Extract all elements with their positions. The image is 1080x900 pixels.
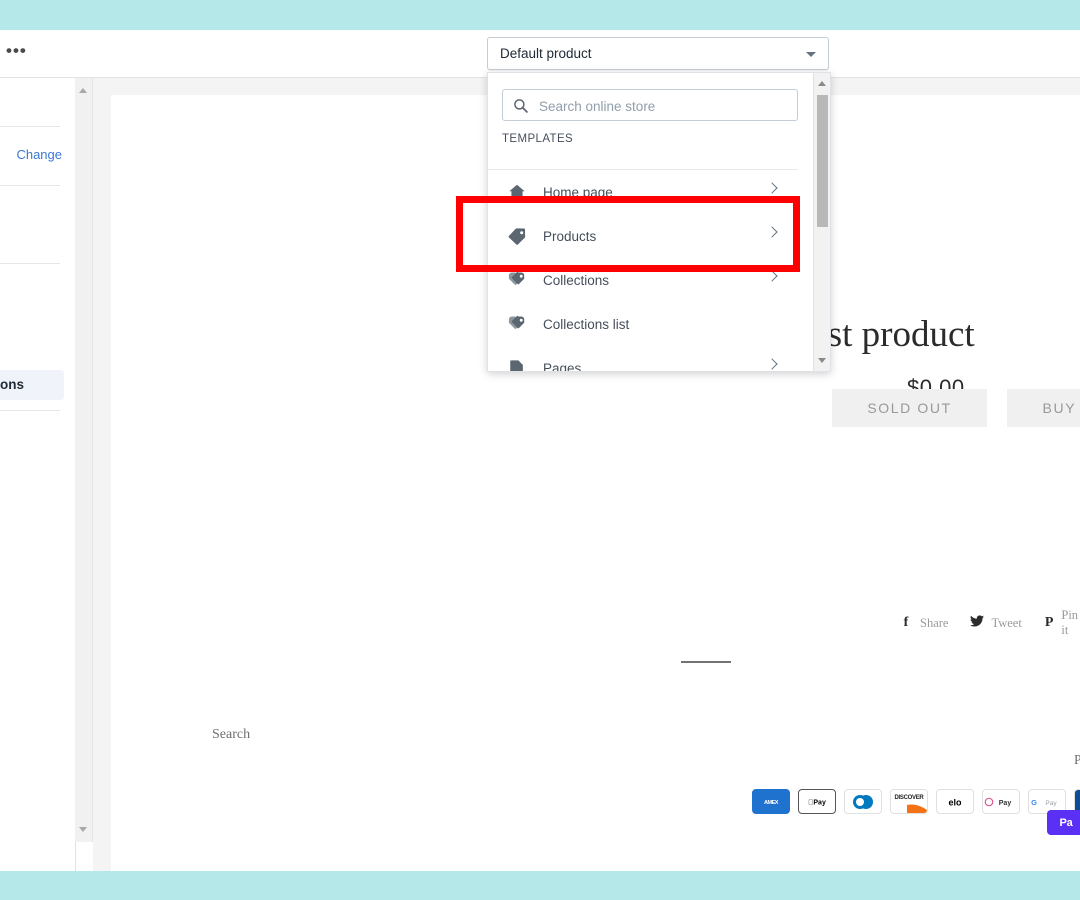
- shop-pay-badge: Pa: [1047, 810, 1080, 835]
- share-twitter-label: Tweet: [991, 615, 1022, 630]
- svg-text:Pay: Pay: [999, 800, 1012, 807]
- share-facebook-label: Share: [920, 615, 949, 630]
- payment-methods-row: AMEX Pay DISCOVER elo Pay GPay JCB: [752, 789, 1080, 814]
- sidebar-scrollbar[interactable]: [75, 78, 93, 842]
- scroll-down-arrow-icon[interactable]: [79, 827, 87, 832]
- dropdown-item-products[interactable]: Products: [488, 214, 798, 258]
- shop-pay-label: Pa: [1059, 816, 1073, 829]
- dropdown-item-label: Pages: [543, 360, 582, 372]
- svg-text:elo: elo: [948, 797, 962, 807]
- sidebar-change-link[interactable]: Change: [16, 147, 62, 162]
- chevron-down-icon: [806, 52, 816, 57]
- chevron-right-icon: [766, 182, 778, 194]
- facebook-icon: f: [903, 615, 909, 630]
- pinterest-icon: P: [1044, 615, 1054, 630]
- amex-icon: AMEX: [752, 789, 790, 814]
- share-pinterest-label: Pin it: [1061, 608, 1079, 637]
- chevron-right-icon: [766, 226, 778, 238]
- templates-list: Home page Products Collections Collectio…: [488, 170, 798, 372]
- sidebar-divider: [0, 410, 60, 411]
- editor-sidebar: Change ons: [0, 78, 76, 871]
- dropdown-item-collections-list[interactable]: Collections list: [488, 302, 798, 346]
- svg-text:DISCOVER: DISCOVER: [895, 795, 925, 801]
- dropdown-scrollbar[interactable]: [813, 73, 830, 371]
- collections-list-icon: [508, 315, 526, 333]
- template-select-value: Default product: [500, 46, 592, 61]
- discover-icon: DISCOVER: [890, 789, 928, 814]
- browser-chrome-bottom-band: [0, 871, 1080, 900]
- dropdown-item-collections[interactable]: Collections: [488, 258, 798, 302]
- meta-pay-icon: Pay: [982, 789, 1020, 814]
- scrollbar-thumb[interactable]: [817, 95, 828, 227]
- sidebar-divider: [0, 263, 60, 264]
- diners-club-icon: [844, 789, 882, 814]
- page-icon: [508, 359, 526, 371]
- collections-icon: [508, 271, 526, 289]
- share-pinterest-button[interactable]: P Pin it: [1044, 608, 1080, 638]
- svg-text:Pay: Pay: [808, 799, 826, 806]
- template-dropdown-panel: TEMPLATES Home page Products Collections: [487, 72, 831, 372]
- dropdown-item-label: Collections: [543, 272, 610, 288]
- scroll-up-arrow-icon[interactable]: [79, 88, 87, 93]
- buy-it-now-button[interactable]: BUY IT NO: [1007, 389, 1080, 427]
- search-input[interactable]: [537, 90, 791, 122]
- share-facebook-button[interactable]: f Share: [899, 615, 949, 631]
- more-options-menu-button[interactable]: •••: [6, 42, 27, 59]
- elo-icon: elo: [936, 789, 974, 814]
- footer-top-divider: [681, 661, 731, 663]
- footer-powered-by: Pow: [1074, 752, 1080, 767]
- svg-text:Pay: Pay: [1045, 800, 1057, 807]
- svg-text:AMEX: AMEX: [764, 800, 779, 806]
- svg-text:G: G: [1031, 798, 1037, 807]
- dropdown-item-label: Collections list: [543, 316, 630, 332]
- scroll-up-arrow-icon[interactable]: [818, 81, 826, 86]
- apple-pay-icon: Pay: [798, 789, 836, 814]
- social-share-row: f Share Tweet P Pin it: [899, 608, 1080, 638]
- online-store-search-field[interactable]: [502, 89, 798, 122]
- browser-chrome-top-band: [0, 0, 1080, 30]
- sidebar-divider: [0, 185, 60, 186]
- chevron-right-icon: [766, 358, 778, 370]
- scroll-down-arrow-icon[interactable]: [818, 358, 826, 363]
- sidebar-item-sections-label: ons: [0, 377, 25, 392]
- dropdown-item-home-page[interactable]: Home page: [488, 170, 798, 214]
- footer-search-link[interactable]: Search: [212, 727, 250, 743]
- home-icon: [508, 183, 526, 201]
- search-icon: [513, 98, 528, 113]
- share-twitter-button[interactable]: Tweet: [970, 614, 1022, 632]
- chevron-right-icon: [766, 270, 778, 282]
- template-select[interactable]: Default product: [487, 37, 829, 70]
- dropdown-item-label: Home page: [543, 184, 613, 200]
- templates-section-title: TEMPLATES: [502, 133, 574, 145]
- dropdown-item-pages[interactable]: Pages: [488, 346, 798, 372]
- sold-out-button[interactable]: SOLD OUT: [832, 389, 987, 427]
- twitter-icon: [970, 614, 985, 632]
- sidebar-divider: [0, 126, 60, 127]
- dropdown-item-label: Products: [543, 228, 597, 244]
- price-tag-icon: [508, 227, 526, 245]
